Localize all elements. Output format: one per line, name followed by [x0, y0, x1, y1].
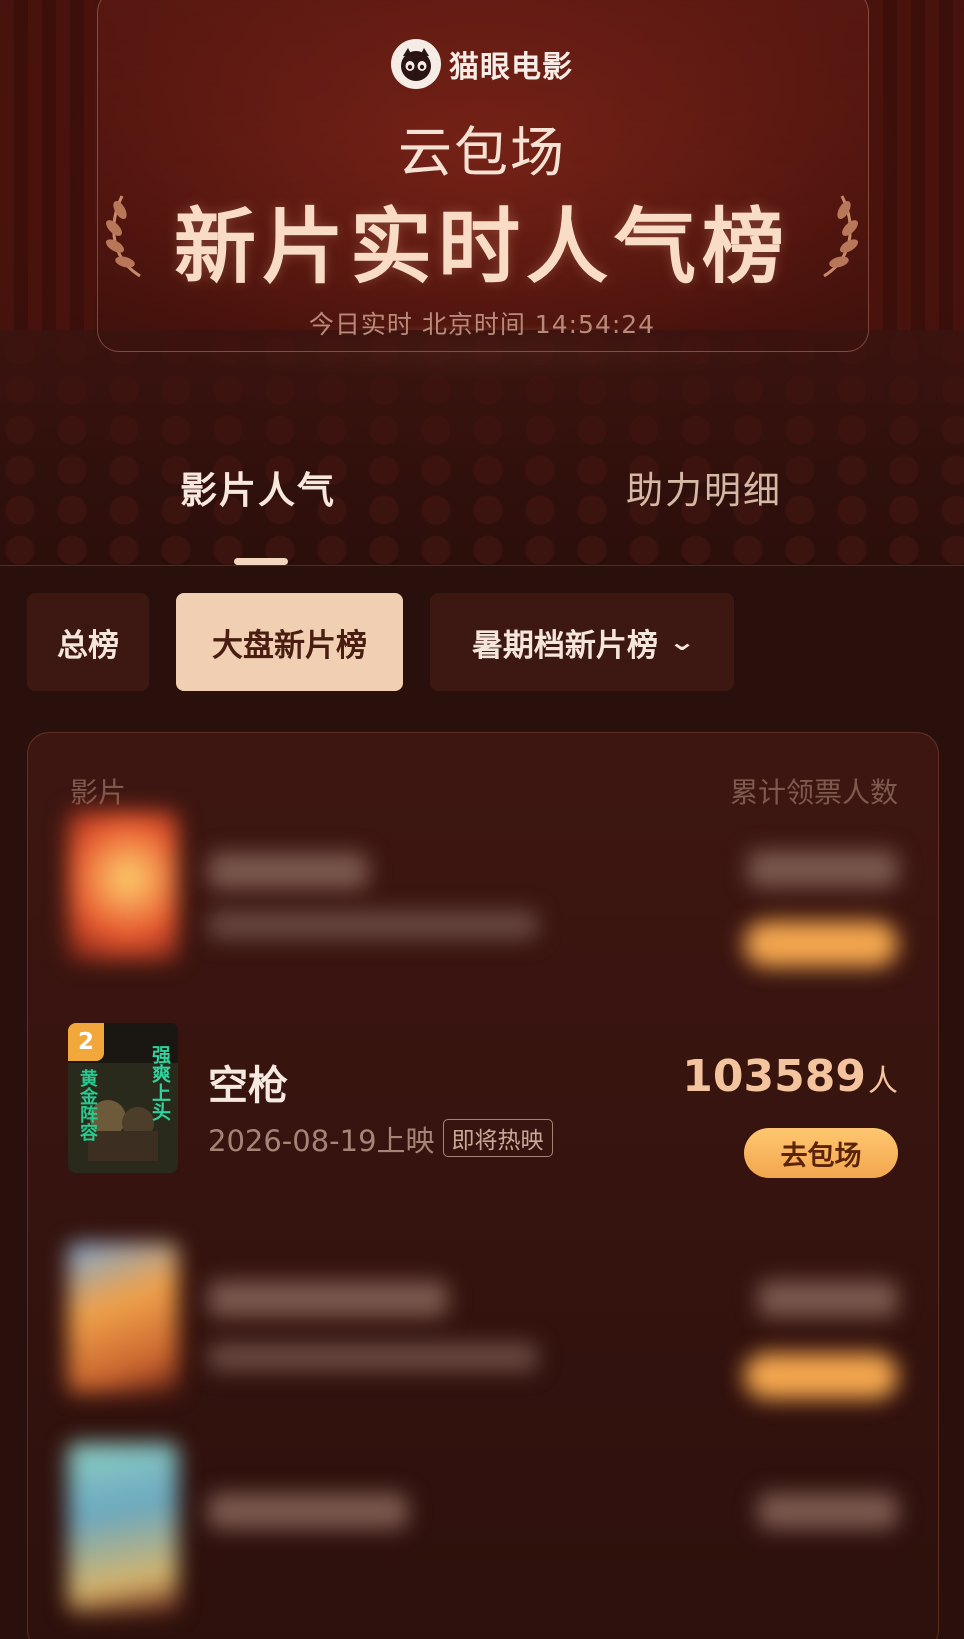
list-item-blurred[interactable] — [28, 1433, 938, 1613]
blurred-count — [758, 1493, 898, 1529]
cat-eye-logo-icon — [391, 39, 441, 89]
ranking-list: 影片 累计领票人数 强爽上头 黄金阵容 2 空枪 2026-08-19上映 即将热… — [27, 732, 939, 1639]
blurred-title — [208, 1493, 408, 1529]
tab-film-popularity[interactable]: 影片人气 — [180, 460, 336, 514]
poster-image — [68, 1243, 178, 1393]
release-date: 2026-08-19上映 即将热映 — [208, 1118, 553, 1160]
status-badge: 即将热映 — [442, 1119, 553, 1157]
divider — [0, 565, 964, 566]
list-item[interactable]: 强爽上头 黄金阵容 2 空枪 2026-08-19上映 即将热映 103589人 … — [28, 1023, 938, 1183]
blurred-date — [208, 1343, 538, 1371]
realtime-clock: 今日实时 北京时间 14:54:24 — [308, 310, 656, 339]
poster-image — [68, 1443, 178, 1613]
list-item-blurred[interactable] — [28, 803, 938, 967]
chip-new-release-label: 大盘新片榜 — [212, 627, 367, 664]
blurred-button — [744, 1353, 898, 1399]
tab-bar: 影片人气 助力明细 — [0, 460, 964, 565]
blurred-date — [208, 911, 538, 939]
rank-badge: 2 — [68, 1023, 104, 1061]
poster-tagline: 强爽上头 — [149, 1045, 171, 1121]
ticket-count-unit: 人 — [868, 1064, 898, 1099]
blurred-count — [748, 851, 898, 887]
ticket-count-value: 103589 — [682, 1051, 866, 1102]
blurred-button — [744, 921, 898, 967]
brand-logo: 猫眼电影 — [0, 38, 964, 90]
chevron-down-icon: ⌄ — [667, 628, 697, 656]
poster-image — [68, 811, 178, 961]
poster-tagline-2: 黄金阵容 — [77, 1069, 98, 1141]
chip-summer-new-release[interactable]: 暑期档新片榜 ⌄ — [430, 593, 734, 691]
chip-overall[interactable]: 总榜 — [27, 593, 149, 691]
blurred-title — [208, 853, 368, 889]
book-screening-button[interactable]: 去包场 — [744, 1128, 898, 1178]
active-tab-indicator — [234, 558, 288, 565]
tab-support-details[interactable]: 助力明细 — [626, 460, 782, 514]
blurred-title — [208, 1281, 448, 1317]
hero-subtitle: 云包场 — [398, 121, 566, 184]
brand-name: 猫眼电影 — [449, 50, 573, 85]
release-date-text: 2026-08-19上映 — [208, 1124, 435, 1158]
chip-overall-label: 总榜 — [57, 627, 119, 664]
chip-new-release[interactable]: 大盘新片榜 — [176, 593, 403, 691]
film-title[interactable]: 空枪 — [208, 1053, 288, 1111]
poster-image: 强爽上头 黄金阵容 2 — [68, 1023, 178, 1173]
blurred-count — [758, 1281, 898, 1317]
laurel-right-icon — [823, 195, 859, 278]
chip-summer-label: 暑期档新片榜 — [471, 627, 658, 664]
list-item-blurred[interactable] — [28, 1233, 938, 1399]
ticket-count: 103589人 — [682, 1051, 898, 1102]
